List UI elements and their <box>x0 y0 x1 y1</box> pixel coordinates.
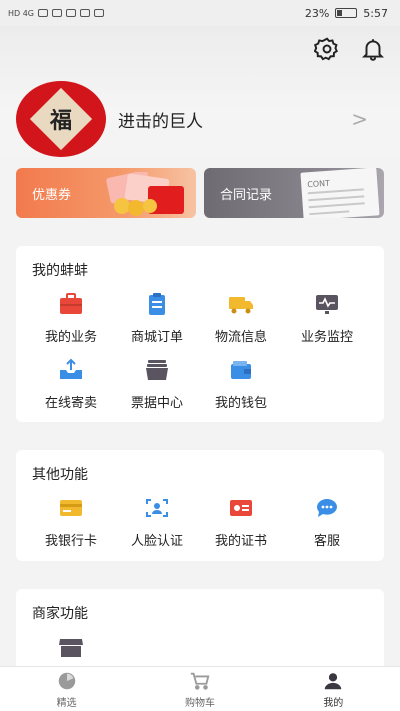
tab-mine[interactable]: 我的 <box>267 667 400 711</box>
grid-item-business-monitor[interactable]: 业务监控 <box>286 292 368 345</box>
briefcase-icon <box>60 293 82 314</box>
contract-art-text: CONT <box>306 178 331 190</box>
other-functions-card: 其他功能 我银行卡 人脸认证 我的证书 客服 <box>16 450 384 561</box>
user-icon <box>325 672 342 689</box>
avatar-character: 福 <box>49 107 73 134</box>
top-actions <box>313 36 386 66</box>
upload-tray-icon <box>60 358 82 379</box>
avatar-fu-badge: 福 <box>29 87 93 151</box>
network-indicator: HD 4G <box>8 8 35 18</box>
truck-icon <box>229 297 253 314</box>
grid-label: 我的证书 <box>214 534 267 549</box>
face-scan-icon <box>146 499 168 517</box>
gear-icon[interactable] <box>313 36 340 66</box>
battery-icon <box>335 8 358 18</box>
tab-label: 购物车 <box>184 697 215 709</box>
grid-item-mall-orders[interactable]: 商城订单 <box>116 292 198 345</box>
battery-percent: 23% <box>304 6 330 20</box>
coupon-banner[interactable]: 优惠券 <box>16 168 196 218</box>
shield-icon <box>80 9 91 17</box>
grid-label: 商城订单 <box>130 330 183 345</box>
grid-label: 我的业务 <box>44 330 97 345</box>
profile-row[interactable]: 福 进击的巨人 > <box>16 80 384 158</box>
grid-item-my-business[interactable]: 我的业务 <box>30 292 112 345</box>
grid-label: 客服 <box>313 534 340 549</box>
status-left: HD 4G <box>8 8 105 18</box>
tab-label: 精选 <box>56 697 77 709</box>
coupon-envelope-icon <box>106 172 184 216</box>
ticket-stack-icon <box>146 360 168 380</box>
grid-item-face-auth[interactable]: 人脸认证 <box>116 496 198 549</box>
bell-icon[interactable] <box>360 36 386 66</box>
grid-item-my-certificate[interactable]: 我的证书 <box>200 496 282 549</box>
bottom-tab-bar: 精选 购物车 我的 <box>0 666 400 711</box>
card-title-merchant-functions: 商家功能 <box>32 606 88 622</box>
grid-label: 人脸认证 <box>130 534 183 549</box>
grid-item-my-wallet[interactable]: 我的钱包 <box>200 358 282 411</box>
store-icon <box>59 639 83 657</box>
tab-label: 我的 <box>323 697 344 709</box>
certificate-icon <box>230 500 252 516</box>
card-title-other-functions: 其他功能 <box>32 467 88 483</box>
clock: 5:57 <box>363 6 388 20</box>
status-bar: HD 4G 23% 5:57 <box>0 0 400 26</box>
grid-label: 业务监控 <box>300 330 353 345</box>
grid-label: 我银行卡 <box>44 534 97 549</box>
grid-item-ticket-center[interactable]: 票据中心 <box>116 358 198 411</box>
grid-label: 在线寄卖 <box>44 396 97 411</box>
featured-icon <box>58 672 75 689</box>
cloud-icon <box>66 9 77 17</box>
contract-document-icon: CONT <box>300 168 380 218</box>
chat-bubble-icon <box>317 499 337 517</box>
app-icon <box>94 9 105 17</box>
contract-banner[interactable]: 合同记录 CONT <box>204 168 384 218</box>
chevron-right-icon[interactable]: > <box>351 107 368 131</box>
grid-label: 票据中心 <box>130 396 183 411</box>
monitor-icon <box>316 295 338 314</box>
notification-app-icon <box>52 9 63 17</box>
clipboard-icon <box>149 293 165 315</box>
grid-item-online-consign[interactable]: 在线寄卖 <box>30 358 112 411</box>
avatar[interactable]: 福 <box>16 81 106 157</box>
grid-item-bank-card[interactable]: 我银行卡 <box>30 496 112 549</box>
grid-label: 我的钱包 <box>214 396 267 411</box>
tab-featured[interactable]: 精选 <box>0 667 133 711</box>
contract-label: 合同记录 <box>220 187 273 203</box>
coupon-label: 优惠券 <box>32 187 72 203</box>
card-title-my-bengbeng: 我的蚌蚌 <box>32 263 88 279</box>
my-bengbeng-card: 我的蚌蚌 我的业务 商城订单 物流信息 业务监控 在线寄卖 票据中心 我的钱包 <box>16 246 384 422</box>
cart-icon <box>190 672 210 690</box>
status-right: 23% 5:57 <box>305 7 388 20</box>
grid-item-logistics[interactable]: 物流信息 <box>200 292 282 345</box>
tab-cart[interactable]: 购物车 <box>133 667 266 711</box>
wifi-icon <box>38 9 49 17</box>
wallet-icon <box>231 361 251 379</box>
grid-item-store[interactable] <box>30 635 112 659</box>
profile-name: 进击的巨人 <box>118 111 203 132</box>
grid-label: 物流信息 <box>214 330 267 345</box>
bank-card-icon <box>60 500 82 516</box>
grid-item-customer-service[interactable]: 客服 <box>286 496 368 549</box>
